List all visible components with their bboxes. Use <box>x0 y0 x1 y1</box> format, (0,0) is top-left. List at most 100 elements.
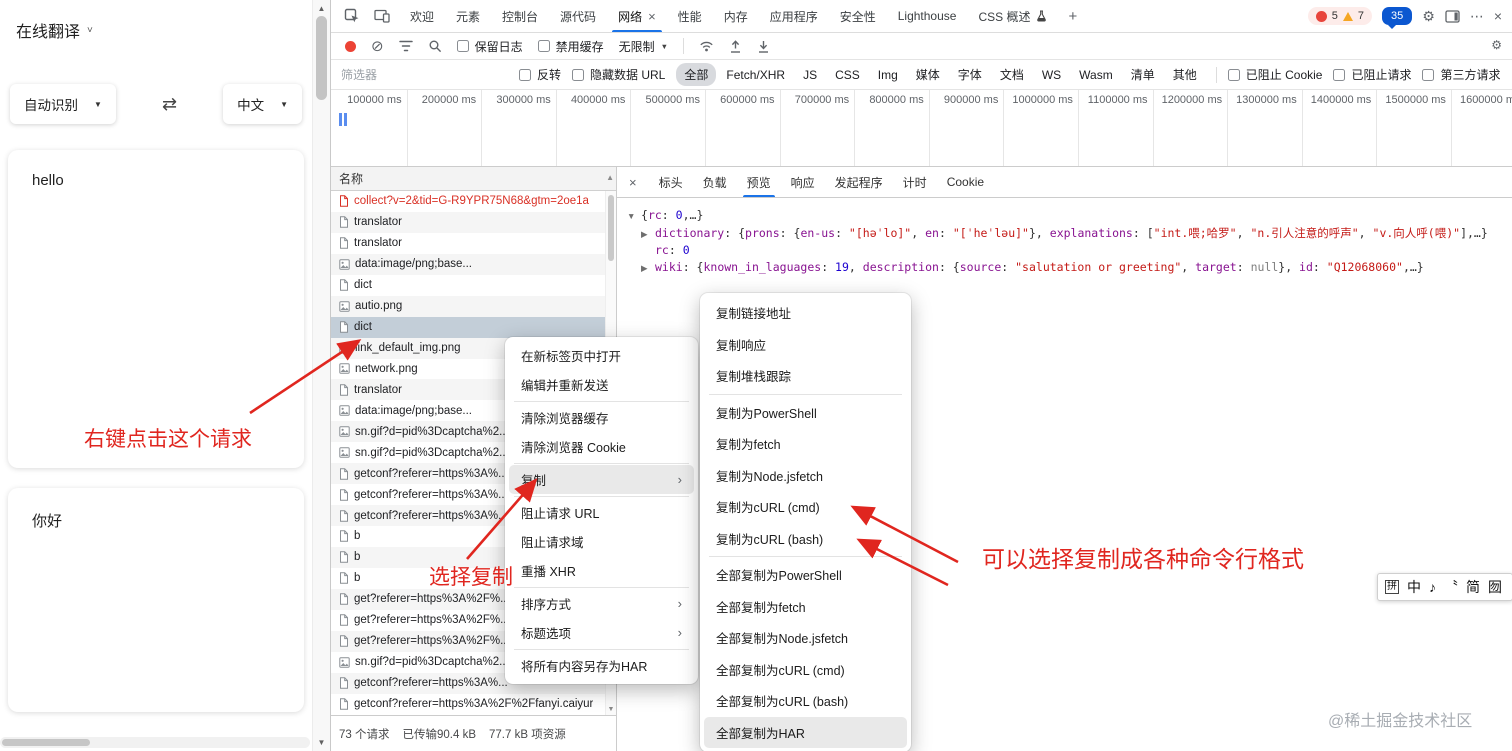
network-request-row[interactable]: dict <box>331 275 616 296</box>
page-vertical-scrollbar[interactable]: ▲ ▼ <box>312 0 330 751</box>
settings-gear-icon[interactable]: ⚙ <box>1422 8 1435 25</box>
context-menu-item-4[interactable]: 清除浏览器 Cookie <box>505 432 698 461</box>
devtools-tab-elements[interactable]: 元素 <box>445 0 491 32</box>
ime-chinese-english-toggle[interactable]: 中 <box>1407 577 1421 597</box>
devtools-tab-css-overview[interactable]: CSS 概述 <box>967 0 1058 32</box>
import-har-icon[interactable] <box>757 40 770 53</box>
scroll-up-icon[interactable]: ▲ <box>313 4 330 13</box>
filter-pill-2[interactable]: JS <box>795 65 825 85</box>
copy-submenu-item-8[interactable]: 复制为cURL (bash) <box>700 523 911 555</box>
device-toolbar-icon[interactable] <box>373 7 391 25</box>
context-menu-item-8[interactable]: 阻止请求 URL <box>505 498 698 527</box>
blocked-cookies-checkbox[interactable] <box>1227 68 1240 81</box>
filter-input[interactable] <box>339 66 508 83</box>
detail-tab-1[interactable]: 负载 <box>693 167 737 197</box>
filter-pill-0[interactable]: 全部 <box>676 63 717 86</box>
context-menu-item-13[interactable]: 标题选项 › <box>505 618 698 647</box>
context-menu-item-0[interactable]: 在新标签页中打开 <box>505 341 698 370</box>
detail-tab-4[interactable]: 发起程序 <box>825 167 893 197</box>
request-list-header[interactable]: 名称 ▲ <box>331 167 616 191</box>
more-options-icon[interactable]: ⋯ <box>1470 8 1484 25</box>
source-language-select[interactable]: 自动识别 ▼ <box>10 84 116 124</box>
copy-submenu-item-1[interactable]: 复制响应 <box>700 329 911 361</box>
copy-submenu-item-0[interactable]: 复制链接地址 <box>700 297 911 329</box>
network-request-row[interactable]: translator <box>331 211 616 233</box>
filter-pill-7[interactable]: 文档 <box>992 63 1032 86</box>
devtools-tab-lighthouse[interactable]: Lighthouse <box>887 0 968 32</box>
copy-submenu-item-15[interactable]: 全部复制为HAR <box>704 716 907 748</box>
copy-submenu-item-14[interactable]: 全部复制为cURL (bash) <box>700 685 911 717</box>
copy-submenu-item-10[interactable]: 全部复制为PowerShell <box>700 559 911 591</box>
copy-submenu-item-6[interactable]: 复制为Node.jsfetch <box>700 460 911 492</box>
filter-funnel-icon[interactable] <box>398 40 413 52</box>
chevron-down-icon[interactable]: ˅ <box>87 25 93 36</box>
request-list-scrollbar-thumb[interactable] <box>608 195 614 261</box>
network-request-row[interactable]: collect?v=2&tid=G-R9YPR75N68&gtm=2oe1a <box>331 191 616 212</box>
more-tabs-plus-icon[interactable]: + <box>1058 8 1087 25</box>
copy-submenu-item-5[interactable]: 复制为fetch <box>700 428 911 460</box>
collapsed-arrow-icon[interactable]: ▶ <box>641 260 655 277</box>
hide-data-urls-checkbox[interactable] <box>572 68 585 81</box>
context-menu-item-12[interactable]: 排序方式 › <box>505 589 698 618</box>
devtools-tab-performance[interactable]: 性能 <box>667 0 713 32</box>
devtools-tab-application[interactable]: 应用程序 <box>759 0 829 32</box>
filter-pill-1[interactable]: Fetch/XHR <box>718 65 793 85</box>
export-har-icon[interactable] <box>729 39 742 53</box>
horizontal-scrollbar[interactable] <box>0 737 310 748</box>
detail-tab-6[interactable]: Cookie <box>937 167 994 197</box>
copy-submenu-item-12[interactable]: 全部复制为Node.jsfetch <box>700 622 911 654</box>
ime-sound-toggle[interactable]: ♪ <box>1429 579 1436 595</box>
context-menu-item-9[interactable]: 阻止请求域 <box>505 527 698 556</box>
copy-submenu-item-7[interactable]: 复制为cURL (cmd) <box>700 491 911 523</box>
network-request-row[interactable]: autio.png <box>331 295 616 317</box>
devtools-tab-welcome[interactable]: 欢迎 <box>399 0 445 32</box>
search-icon[interactable] <box>428 39 442 53</box>
detail-tab-3[interactable]: 响应 <box>781 167 825 197</box>
collapsed-arrow-icon[interactable]: ▶ <box>641 226 655 243</box>
clear-network-log-icon[interactable]: ⊘ <box>371 37 384 55</box>
scroll-down-icon[interactable]: ▼ <box>606 706 616 713</box>
horizontal-scrollbar-thumb[interactable] <box>2 739 90 746</box>
vertical-scrollbar-thumb[interactable] <box>316 16 327 100</box>
console-errors-badge[interactable]: 5 7 <box>1307 7 1372 25</box>
network-request-row[interactable]: getconf?referer=https%3A%2F%2Ffanyi.caiy… <box>331 694 616 715</box>
context-menu-item-1[interactable]: 编辑并重新发送 <box>505 370 698 399</box>
devtools-tab-sources[interactable]: 源代码 <box>549 0 607 32</box>
expanded-arrow-icon[interactable]: ▼ <box>627 208 641 225</box>
close-devtools-icon[interactable]: × <box>1494 8 1502 24</box>
target-language-select[interactable]: 中文 ▼ <box>223 84 302 124</box>
preserve-log-checkbox[interactable] <box>456 40 469 52</box>
filter-pill-9[interactable]: Wasm <box>1071 65 1121 85</box>
record-network-log-icon[interactable] <box>345 40 356 52</box>
devtools-tab-memory[interactable]: 内存 <box>713 0 759 32</box>
inspect-element-icon[interactable] <box>343 7 361 25</box>
copy-submenu-item-11[interactable]: 全部复制为fetch <box>700 591 911 623</box>
scroll-down-icon[interactable]: ▼ <box>313 738 330 747</box>
devtools-tab-network[interactable]: 网络 × <box>607 0 667 32</box>
detail-tab-5[interactable]: 计时 <box>893 167 937 197</box>
filter-pill-3[interactable]: CSS <box>827 65 868 85</box>
devtools-tab-console[interactable]: 控制台 <box>491 0 549 32</box>
filter-pill-6[interactable]: 字体 <box>950 63 990 86</box>
filter-pill-4[interactable]: Img <box>870 65 906 85</box>
filter-pill-5[interactable]: 媒体 <box>908 63 948 86</box>
copy-submenu-item-4[interactable]: 复制为PowerShell <box>700 397 911 429</box>
ime-pinyin-indicator[interactable]: 拼 <box>1385 580 1399 594</box>
filter-pill-11[interactable]: 其他 <box>1165 63 1205 86</box>
ime-more-tools[interactable]: 囫 <box>1488 577 1502 597</box>
invert-checkbox[interactable] <box>519 68 531 81</box>
network-request-row[interactable]: translator <box>331 233 616 254</box>
scroll-up-icon[interactable]: ▲ <box>606 173 614 182</box>
ime-punctuation-toggle[interactable]: 〝 <box>1444 577 1458 597</box>
context-menu-item-6[interactable]: 复制 › <box>509 465 694 494</box>
dock-side-icon[interactable] <box>1445 9 1460 23</box>
close-tab-icon[interactable]: × <box>648 9 656 24</box>
detail-tab-0[interactable]: 标头 <box>649 167 693 197</box>
context-menu-item-3[interactable]: 清除浏览器缓存 <box>505 403 698 432</box>
copy-submenu-item-13[interactable]: 全部复制为cURL (cmd) <box>700 654 911 686</box>
throttling-select[interactable]: 无限制 ▼ <box>619 38 668 55</box>
filter-pill-8[interactable]: WS <box>1034 65 1069 85</box>
name-column-header[interactable]: 名称 <box>339 170 363 187</box>
devtools-tab-security[interactable]: 安全性 <box>829 0 887 32</box>
context-menu-item-15[interactable]: 将所有内容另存为HAR <box>505 651 698 680</box>
